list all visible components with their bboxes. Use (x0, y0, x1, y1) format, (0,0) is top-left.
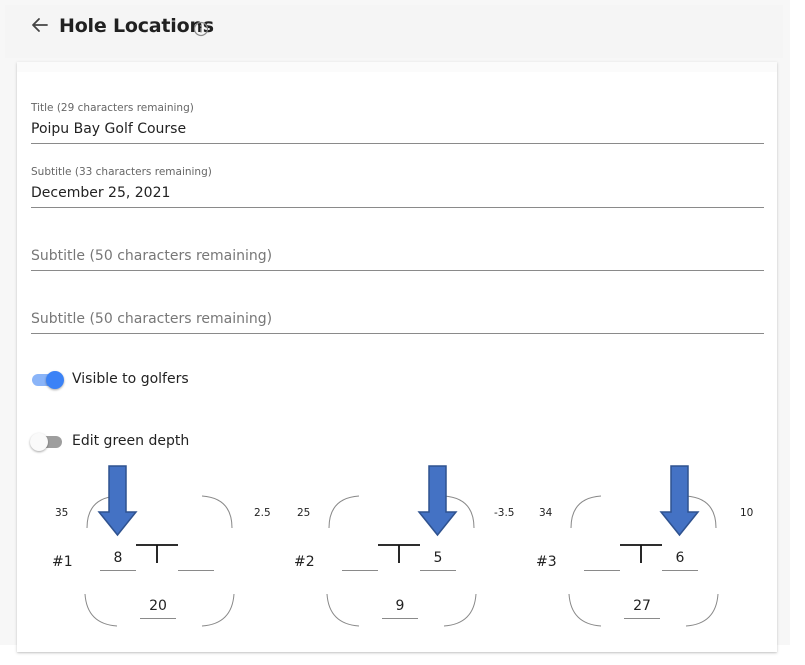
hole-1-diagram: 35 2.5 #1 8 20 (40, 465, 280, 638)
hole-1-top-left-value: 35 (55, 507, 69, 519)
edit-green-depth-toggle[interactable] (30, 431, 64, 451)
visible-to-golfers-toggle[interactable] (30, 369, 64, 389)
pin-arrow-icon (417, 465, 458, 537)
subtitle-field-1[interactable]: Subtitle (33 characters remaining) Decem… (31, 164, 764, 208)
page-title: Hole Locations (59, 15, 214, 37)
hole-3-number: #3 (536, 554, 557, 570)
hole-1-number: #1 (52, 554, 73, 570)
hole-2-top-right-value: -3.5 (494, 507, 515, 519)
visible-to-golfers-label: Visible to golfers (72, 371, 189, 387)
subtitle-field-3[interactable]: Subtitle (50 characters remaining) (31, 305, 764, 334)
title-field[interactable]: Title (29 characters remaining) Poipu Ba… (31, 100, 764, 144)
hole-2-diagram: 25 -3.5 #2 5 9 (282, 465, 522, 638)
toggle-thumb (46, 371, 64, 389)
pin-arrow-icon (97, 465, 138, 537)
hole-2-right-input[interactable]: 5 (420, 550, 456, 571)
title-field-label: Title (29 characters remaining) (31, 102, 194, 114)
hole-3-bottom-input[interactable]: 27 (624, 598, 660, 619)
pin-arrow-icon (659, 465, 700, 537)
hole-2-number: #2 (294, 554, 315, 570)
edit-green-depth-label: Edit green depth (72, 433, 190, 449)
subtitle-field-1-label: Subtitle (33 characters remaining) (31, 166, 212, 178)
hole-3-top-right-value: 10 (740, 507, 754, 519)
arrow-left-icon[interactable] (28, 14, 50, 36)
hole-3-top-left-value: 34 (539, 507, 553, 519)
info-icon[interactable] (193, 21, 209, 37)
hole-3-diagram: 34 10 #3 6 27 (524, 465, 764, 638)
hole-1-bottom-input[interactable]: 20 (140, 598, 176, 619)
title-field-value: Poipu Bay Golf Course (31, 121, 187, 137)
hole-3-right-input[interactable]: 6 (662, 550, 698, 571)
subtitle-field-2-placeholder: Subtitle (50 characters remaining) (31, 248, 273, 264)
hole-3-left-input[interactable] (584, 550, 620, 571)
hole-1-top-right-value: 2.5 (254, 507, 271, 519)
toggle-thumb (30, 433, 48, 451)
subtitle-field-2[interactable]: Subtitle (50 characters remaining) (31, 242, 764, 271)
hole-1-left-input[interactable]: 8 (100, 550, 136, 571)
subtitle-field-3-placeholder: Subtitle (50 characters remaining) (31, 311, 273, 327)
card-top-strip (17, 62, 777, 72)
hole-2-left-input[interactable] (342, 550, 378, 571)
hole-2-top-left-value: 25 (297, 507, 311, 519)
hole-2-bottom-input[interactable]: 9 (382, 598, 418, 619)
hole-1-right-input[interactable] (178, 550, 214, 571)
subtitle-field-1-value: December 25, 2021 (31, 185, 171, 201)
